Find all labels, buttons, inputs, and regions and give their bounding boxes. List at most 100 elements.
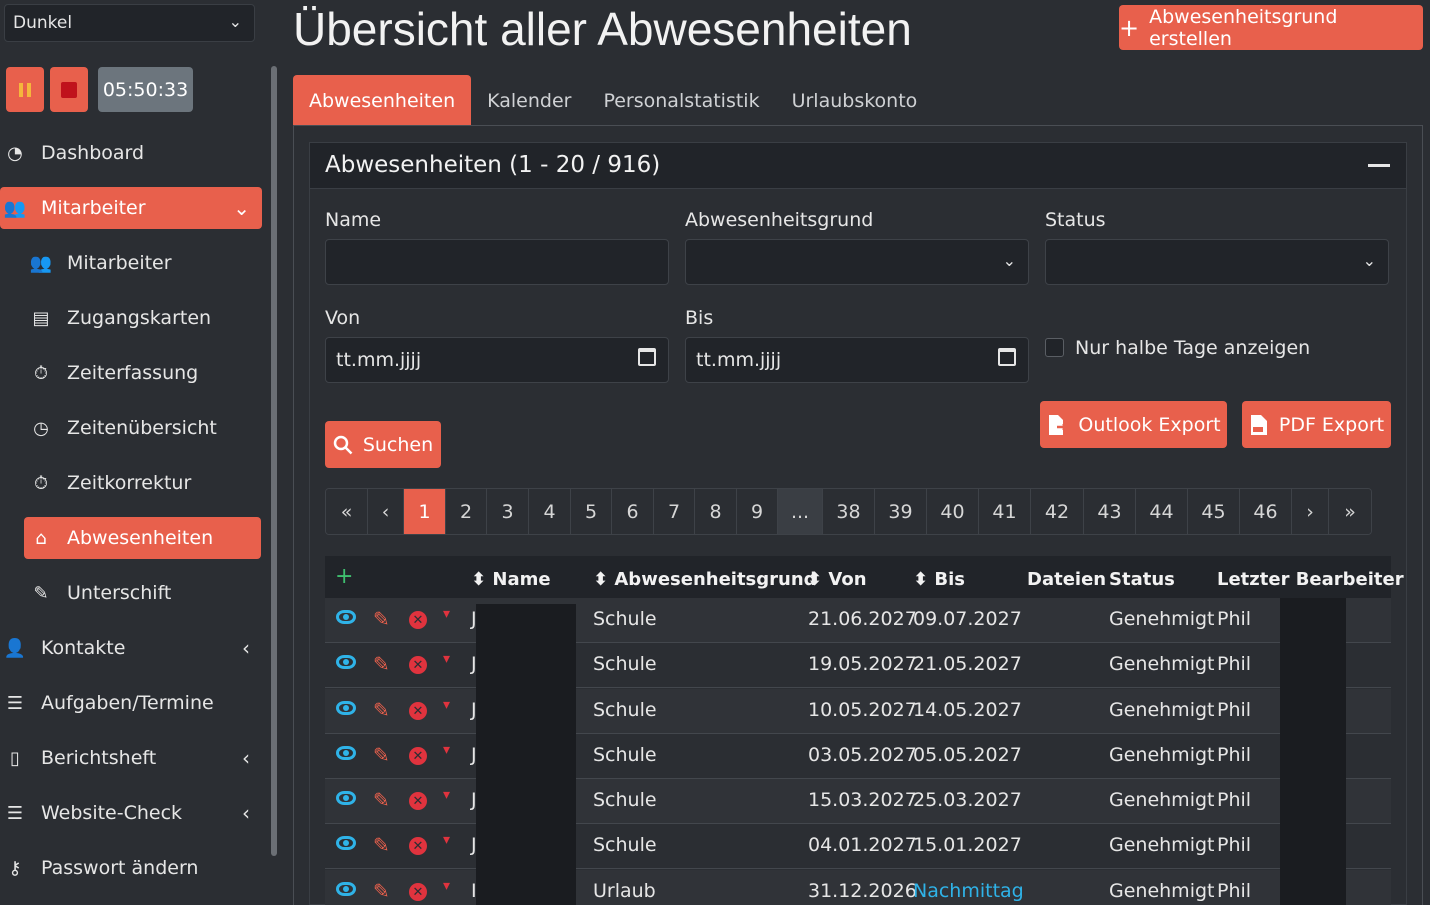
delete-icon[interactable]: ✕: [409, 747, 427, 765]
delete-icon[interactable]: ✕: [409, 792, 427, 810]
nav-kontakte[interactable]: 👤 Kontakte ‹: [0, 627, 262, 669]
delete-icon[interactable]: ✕: [409, 883, 427, 901]
nav-zeiterfassung[interactable]: ⏱ Zeiterfassung: [24, 352, 261, 394]
pdf-export-button[interactable]: PDF Export: [1242, 401, 1391, 448]
page-2[interactable]: 2: [446, 489, 487, 534]
status-select[interactable]: ⌄: [1045, 239, 1389, 285]
cell-von: 04.01.2027: [808, 834, 917, 856]
view-icon[interactable]: [336, 791, 356, 805]
page-8[interactable]: 8: [695, 489, 737, 534]
search-button[interactable]: Suchen: [325, 421, 441, 468]
calendar-icon[interactable]: [998, 348, 1016, 366]
page-46[interactable]: 46: [1240, 489, 1292, 534]
name-input[interactable]: [325, 239, 669, 285]
bis-date-input[interactable]: tt.mm.jjjj: [685, 337, 1029, 383]
nav-abwesenheiten[interactable]: ⌂ Abwesenheiten: [24, 517, 261, 559]
theme-select[interactable]: Dunkel ⌄: [4, 4, 255, 42]
page-41[interactable]: 41: [979, 489, 1031, 534]
caret-down-icon[interactable]: ▾: [443, 606, 450, 622]
view-icon[interactable]: [336, 655, 356, 669]
users-icon: 👥: [3, 197, 27, 219]
caret-down-icon[interactable]: ▾: [443, 697, 450, 713]
delete-icon[interactable]: ✕: [409, 702, 427, 720]
page-44[interactable]: 44: [1136, 489, 1188, 534]
view-icon[interactable]: [336, 836, 356, 850]
nav-mitarbeiter-group[interactable]: 👥 Mitarbeiter ⌄: [0, 187, 262, 229]
caret-down-icon[interactable]: ▾: [443, 742, 450, 758]
halbe-tage-checkbox[interactable]: [1045, 338, 1064, 357]
tab-kalender[interactable]: Kalender: [471, 75, 587, 126]
cell-bis[interactable]: Nachmittag: [913, 880, 1024, 902]
view-icon[interactable]: [336, 746, 356, 760]
collapse-icon[interactable]: [1368, 164, 1390, 167]
nav-unterschift[interactable]: ✎ Unterschift: [24, 572, 261, 614]
nav-website-check[interactable]: ☰ Website-Check ‹: [0, 792, 262, 834]
page-5[interactable]: 5: [571, 489, 612, 534]
col-name[interactable]: ⬍ Name: [471, 569, 551, 590]
von-date-input[interactable]: tt.mm.jjjj: [325, 337, 669, 383]
edit-icon[interactable]: ✎: [373, 607, 390, 631]
nav-dashboard[interactable]: ◔ Dashboard: [0, 132, 262, 174]
page-6[interactable]: 6: [612, 489, 654, 534]
delete-icon[interactable]: ✕: [409, 837, 427, 855]
chevron-left-icon: ‹: [242, 746, 250, 770]
page-7[interactable]: 7: [654, 489, 695, 534]
caret-down-icon[interactable]: ▾: [443, 832, 450, 848]
page-next[interactable]: ›: [1292, 489, 1329, 534]
add-row-icon[interactable]: +: [335, 564, 353, 589]
page-38[interactable]: 38: [823, 489, 875, 534]
col-von[interactable]: ⬍ Von: [807, 569, 867, 590]
col-grund[interactable]: ⬍ Abwesenheitsgrund: [593, 569, 817, 590]
sidebar-scrollbar[interactable]: [271, 66, 277, 856]
caret-down-icon[interactable]: ▾: [443, 651, 450, 667]
page-43[interactable]: 43: [1084, 489, 1136, 534]
stop-button[interactable]: [50, 67, 88, 112]
tab-abwesenheiten[interactable]: Abwesenheiten: [293, 75, 472, 126]
edit-icon[interactable]: ✎: [373, 879, 390, 903]
tab-personalstatistik[interactable]: Personalstatistik: [587, 75, 775, 126]
view-icon[interactable]: [336, 882, 356, 896]
delete-icon[interactable]: ✕: [409, 611, 427, 629]
edit-icon[interactable]: ✎: [373, 833, 390, 857]
edit-icon[interactable]: ✎: [373, 652, 390, 676]
page-45[interactable]: 45: [1188, 489, 1240, 534]
page-42[interactable]: 42: [1031, 489, 1084, 534]
nav-zeitenuebersicht[interactable]: ◷ Zeitenübersicht: [24, 407, 261, 449]
caret-down-icon[interactable]: ▾: [443, 878, 450, 894]
nav-berichtsheft[interactable]: ▯ Berichtsheft ‹: [0, 737, 262, 779]
page-last[interactable]: »: [1329, 489, 1371, 534]
nav-zugangskarten[interactable]: ▤ Zugangskarten: [24, 297, 261, 339]
view-icon[interactable]: [336, 701, 356, 715]
view-icon[interactable]: [336, 610, 356, 624]
edit-icon[interactable]: ✎: [373, 743, 390, 767]
nav-zeitkorrektur[interactable]: ⏱ Zeitkorrektur: [24, 462, 261, 504]
page-40[interactable]: 40: [927, 489, 979, 534]
cell-status: Genehmigt: [1109, 699, 1215, 721]
cell-bearbeiter: Phil: [1217, 789, 1252, 811]
edit-icon[interactable]: ✎: [373, 788, 390, 812]
tab-urlaubskonto[interactable]: Urlaubskonto: [776, 75, 934, 126]
page-1[interactable]: 1: [404, 489, 446, 534]
caret-down-icon[interactable]: ▾: [443, 787, 450, 803]
page-first[interactable]: «: [326, 489, 368, 534]
pause-button[interactable]: [6, 67, 44, 112]
col-bis[interactable]: ⬍ Bis: [913, 569, 965, 590]
delete-icon[interactable]: ✕: [409, 656, 427, 674]
edit-icon[interactable]: ✎: [373, 698, 390, 722]
nav-mitarbeiter[interactable]: 👥 Mitarbeiter: [24, 242, 261, 284]
cell-grund: Schule: [593, 653, 657, 675]
outlook-export-button[interactable]: Outlook Export: [1040, 401, 1227, 448]
grund-select[interactable]: ⌄: [685, 239, 1029, 285]
calendar-icon[interactable]: [638, 348, 656, 366]
page-9[interactable]: 9: [737, 489, 778, 534]
clock-icon: ◷: [33, 417, 49, 439]
nav-passwort[interactable]: ⚷ Passwort ändern: [0, 847, 262, 889]
page-4[interactable]: 4: [529, 489, 571, 534]
cell-status: Genehmigt: [1109, 608, 1215, 630]
nav-label: Abwesenheiten: [67, 527, 214, 549]
page-prev[interactable]: ‹: [368, 489, 404, 534]
create-absence-reason-button[interactable]: + Abwesenheitsgrund erstellen: [1119, 5, 1423, 50]
nav-aufgaben[interactable]: ☰ Aufgaben/Termine: [0, 682, 262, 724]
page-39[interactable]: 39: [875, 489, 927, 534]
page-3[interactable]: 3: [487, 489, 529, 534]
